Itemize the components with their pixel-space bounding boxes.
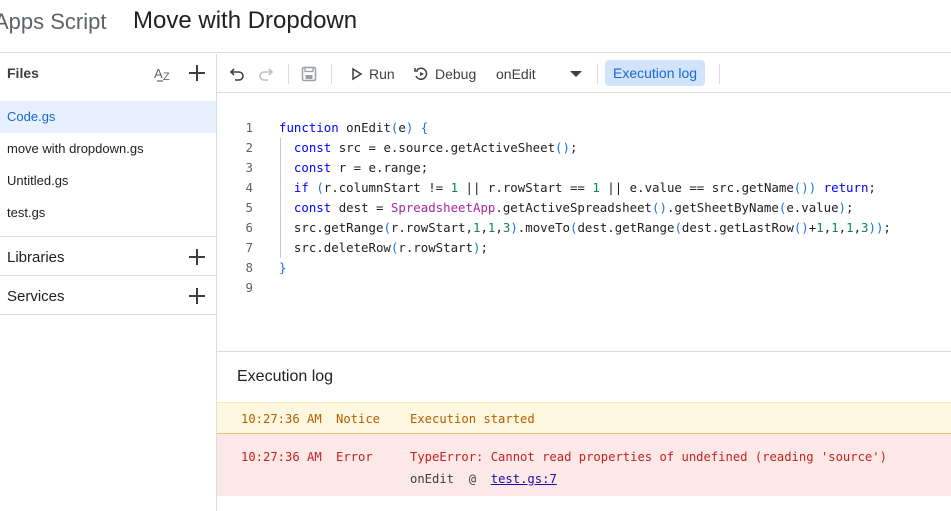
chevron-down-icon (570, 70, 582, 77)
toolbar-divider (288, 64, 289, 84)
toolbar-divider (597, 64, 598, 84)
code-text: if (r.columnStart != 1 || r.rowStart == … (293, 180, 876, 195)
divider (0, 236, 216, 237)
code-editor[interactable]: 1 function onEdit(e) { 2 const src = e.so… (217, 94, 951, 351)
line-number: 2 (245, 140, 253, 155)
execution-log-button[interactable]: Execution log (605, 60, 706, 86)
code-line: 8} (217, 258, 951, 278)
line-number: 9 (245, 280, 253, 295)
debug-icon (414, 67, 428, 80)
line-number: 7 (245, 240, 253, 255)
log-time: 10:27:36 AM (241, 412, 322, 426)
run-label: Run (369, 65, 395, 82)
add-library-icon[interactable] (185, 245, 209, 269)
code-line: 2 const src = e.source.getActiveSheet(); (217, 138, 951, 158)
execution-log-panel: Execution log 10:27:36 AM Notice Executi… (217, 351, 951, 511)
log-level: Error (336, 450, 373, 464)
file-item-code-gs[interactable]: Code.gs (0, 101, 216, 133)
file-item-test-gs[interactable]: test.gs (0, 197, 216, 229)
code-line: 6 src.getRange(r.rowStart,1,1,3).moveTo(… (217, 218, 951, 238)
run-button[interactable]: Run (351, 54, 395, 93)
svg-text:A: A (154, 66, 163, 81)
services-label: Services (7, 288, 65, 305)
code-line: 9 (217, 278, 951, 298)
stack-at: @ (468, 472, 477, 486)
code-line: 3 const r = e.range; (217, 158, 951, 178)
sidebar: Files AZ Code.gs move with dropdown.gs U… (0, 54, 217, 511)
debug-label: Debug (435, 65, 477, 82)
sort-az-icon[interactable]: AZ (152, 61, 176, 85)
editor-toolbar: Run Debug onEdit Execution log (217, 54, 951, 93)
files-label: Files (7, 65, 39, 81)
code-text: const dest = SpreadsheetApp.getActiveSpr… (293, 200, 854, 215)
libraries-label: Libraries (7, 249, 65, 266)
line-number: 5 (245, 200, 253, 215)
code-text: src.getRange(r.rowStart,1,1,3).moveTo(de… (279, 220, 891, 235)
undo-icon[interactable] (229, 54, 245, 93)
code-text: function onEdit(e) { (279, 120, 429, 135)
log-message: Execution started (410, 412, 535, 426)
project-title[interactable]: Move with Dropdown (133, 7, 357, 35)
log-message: TypeError: Cannot read properties of und… (410, 450, 887, 464)
add-service-icon[interactable] (185, 284, 209, 308)
code-text: src.deleteRow(r.rowStart); (279, 240, 488, 255)
files-header: Files AZ (0, 54, 216, 92)
line-number: 3 (245, 160, 253, 175)
line-number: 4 (245, 180, 253, 195)
toolbar-divider (719, 64, 720, 84)
execution-log-title: Execution log (237, 368, 334, 385)
top-bar: Apps Script Move with Dropdown (0, 0, 951, 53)
log-time: 10:27:36 AM (241, 450, 322, 464)
stack-function: onEdit (410, 472, 455, 486)
stack-location: onEdit @ test.gs:7 (410, 472, 557, 486)
save-icon[interactable] (301, 54, 317, 93)
line-number: 6 (245, 220, 253, 235)
code-text: const src = e.source.getActiveSheet(); (293, 140, 578, 155)
code-line: 5 const dest = SpreadsheetApp.getActiveS… (217, 198, 951, 218)
debug-button[interactable]: Debug (413, 54, 476, 93)
indent-guide (280, 138, 281, 258)
redo-icon[interactable] (258, 54, 274, 93)
add-file-icon[interactable] (185, 61, 209, 85)
code-line: 7 src.deleteRow(r.rowStart); (217, 238, 951, 258)
stack-location-link[interactable]: test.gs:7 (491, 472, 557, 486)
divider (0, 314, 216, 315)
toolbar-divider (331, 64, 332, 84)
app-name[interactable]: Apps Script (0, 9, 107, 35)
file-item-move-with-dropdown[interactable]: move with dropdown.gs (0, 133, 216, 165)
libraries-header[interactable]: Libraries (0, 238, 216, 276)
code-text: } (279, 260, 287, 275)
function-select-value: onEdit (496, 65, 536, 82)
line-number: 8 (245, 260, 253, 275)
play-icon (352, 67, 363, 80)
file-item-untitled[interactable]: Untitled.gs (0, 165, 216, 197)
log-entry-notice: 10:27:36 AM Notice Execution started (217, 402, 951, 434)
log-level: Notice (336, 412, 381, 426)
code-text: const r = e.range; (293, 160, 429, 175)
svg-text:Z: Z (163, 71, 170, 83)
log-entry-error: 10:27:36 AM Error TypeError: Cannot read… (217, 434, 951, 496)
divider (0, 275, 216, 276)
code-line: 1 function onEdit(e) { (217, 118, 951, 138)
services-header[interactable]: Services (0, 277, 216, 315)
code-line: 4 if (r.columnStart != 1 || r.rowStart =… (217, 178, 951, 198)
function-select[interactable]: onEdit (496, 54, 586, 93)
line-number: 1 (245, 120, 253, 135)
